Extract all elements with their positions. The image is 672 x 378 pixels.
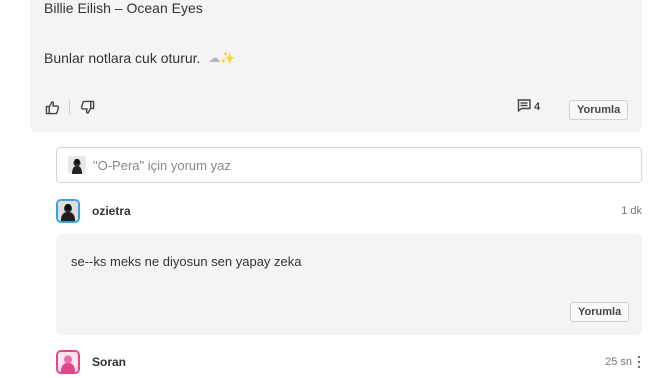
comment-text: se--ks meks ne diyosun sen yapay zeka (71, 254, 302, 269)
post-text-line2-text: Bunlar notlara cuk oturur. (44, 50, 201, 66)
comment-count[interactable]: 4 (517, 99, 540, 115)
comment-body: se--ks meks ne diyosun sen yapay zeka (56, 234, 642, 335)
comment-icon (517, 99, 531, 115)
avatar[interactable] (56, 350, 80, 374)
avatar[interactable] (56, 199, 80, 223)
comment-author[interactable]: ozietra (92, 204, 131, 218)
thumbs-up-icon[interactable] (44, 99, 60, 115)
comment-header: Soran 25 sn (56, 350, 642, 374)
cloud-icon: ☁ (208, 51, 221, 65)
thumbs-down-icon[interactable] (79, 99, 95, 115)
vote-row (44, 99, 95, 115)
comment-input[interactable]: "O-Pera" için yorum yaz (56, 147, 642, 183)
comment-time-value: 1 dk (621, 205, 642, 217)
comment-reply-button[interactable]: Yorumla (570, 302, 630, 322)
post-text-line1: Billie Eilish – Ocean Eyes (44, 0, 203, 16)
cloud-sparkles-emoji: ☁✨ (208, 51, 235, 65)
comment-count-value: 4 (534, 101, 541, 113)
comment-time-value: 25 sn (605, 356, 632, 368)
vote-divider (69, 100, 70, 114)
comment-input-placeholder: "O-Pera" için yorum yaz (93, 157, 231, 173)
more-options-icon[interactable] (636, 356, 642, 368)
post-text-line2: Bunlar notlara cuk oturur. ☁✨ (44, 50, 235, 66)
comment-author[interactable]: Soran (92, 355, 126, 369)
post-reply-button[interactable]: Yorumla (569, 100, 629, 120)
post-card: Billie Eilish – Ocean Eyes Bunlar notlar… (30, 0, 642, 132)
comment-time: 1 dk (621, 205, 642, 217)
comment-header: ozietra 1 dk (56, 199, 642, 223)
user-avatar-icon (68, 156, 86, 174)
sparkles-icon: ✨ (220, 51, 236, 65)
comment-time: 25 sn (605, 356, 642, 368)
